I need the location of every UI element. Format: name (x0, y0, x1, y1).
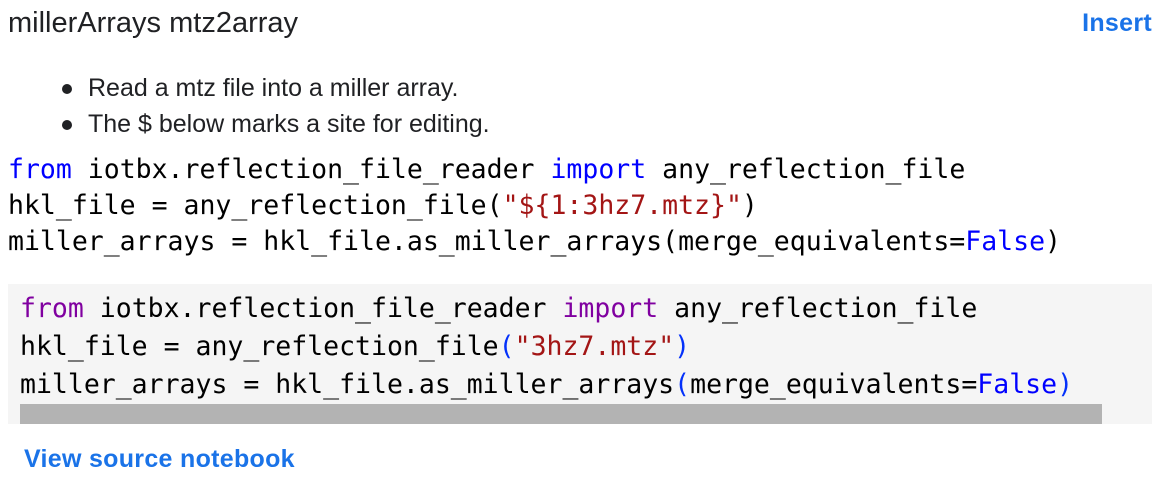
code-token: any_reflection_file (658, 293, 978, 324)
code-token: ) (1045, 226, 1062, 257)
list-item: The $ below marks a site for editing. (60, 106, 490, 142)
paren-token: ) (1057, 369, 1074, 400)
code-token: iotbx.reflection_file_reader (83, 293, 563, 324)
code-line: from iotbx.reflection_file_reader import… (20, 293, 977, 324)
bullet-text: Read a mtz file into a miller array. (88, 74, 459, 102)
code-line: hkl_file = any_reflection_file("3hz7.mtz… (20, 331, 690, 362)
constant-token: False (965, 226, 1046, 257)
list-item: Read a mtz file into a miller array. (60, 70, 490, 106)
code-line: miller_arrays = hkl_file.as_miller_array… (20, 369, 1073, 400)
paren-token: ( (498, 331, 515, 362)
string-token: "3hz7.mtz" (514, 331, 675, 362)
string-token: "${1:3hz7.mtz}" (502, 190, 742, 221)
code-token: any_reflection_file (646, 154, 966, 185)
keyword-token: from (20, 293, 84, 324)
description-list: Read a mtz file into a miller array. The… (60, 70, 490, 142)
code-line: from iotbx.reflection_file_reader import… (8, 154, 965, 185)
snippet-title: millerArrays mtz2array (8, 7, 299, 39)
template-code: from iotbx.reflection_file_reader import… (8, 152, 1061, 260)
view-source-notebook-link[interactable]: View source notebook (24, 442, 295, 476)
horizontal-scrollbar[interactable] (20, 404, 1102, 424)
code-token: ) (741, 190, 758, 221)
keyword-token: from (8, 154, 72, 185)
code-token: hkl_file = any_reflection_file( (8, 190, 503, 221)
keyword-token: import (550, 154, 647, 185)
bullet-text: The $ below marks a site for editing. (88, 110, 490, 138)
code-token: miller_arrays = hkl_file.as_miller_array… (8, 226, 966, 257)
insert-button[interactable]: Insert (1082, 6, 1152, 40)
code-line: hkl_file = any_reflection_file("${1:3hz7… (8, 190, 758, 221)
code-token: iotbx.reflection_file_reader (71, 154, 551, 185)
bullet-icon (62, 84, 72, 94)
paren-token: ) (674, 331, 691, 362)
preview-code[interactable]: from iotbx.reflection_file_reader import… (20, 290, 1073, 404)
code-preview-box: from iotbx.reflection_file_reader import… (8, 284, 1152, 424)
keyword-token: import (562, 293, 659, 324)
code-token: hkl_file = any_reflection_file (20, 331, 499, 362)
constant-token: False (977, 369, 1058, 400)
code-token: merge_equivalents= (690, 369, 978, 400)
paren-token: ( (674, 369, 691, 400)
code-line: miller_arrays = hkl_file.as_miller_array… (8, 226, 1061, 257)
code-token: miller_arrays = hkl_file.as_miller_array… (20, 369, 675, 400)
bullet-icon (62, 120, 72, 130)
